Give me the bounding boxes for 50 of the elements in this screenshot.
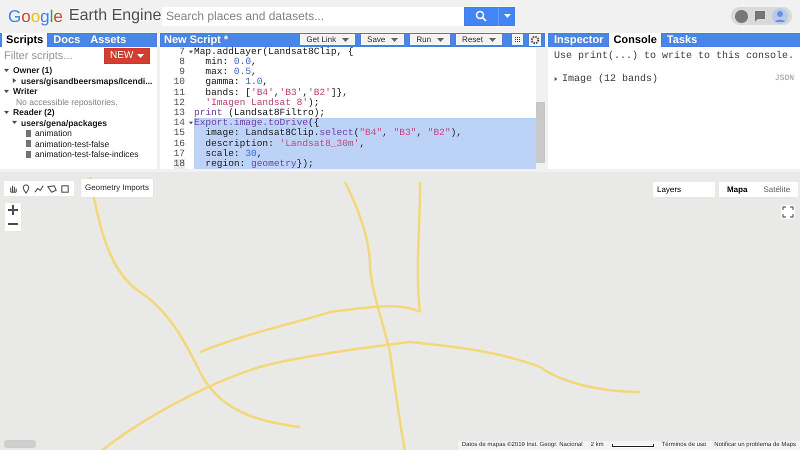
- line-number: 7: [179, 46, 185, 57]
- line-number: 16: [174, 138, 185, 149]
- line-number: 11: [174, 88, 185, 98]
- tree-item[interactable]: Owner (1): [13, 65, 52, 75]
- tab[interactable]: Scripts: [2, 32, 48, 47]
- code-line: Map.addLayer(Landsat8Clip, {: [194, 46, 355, 57]
- geometry-imports-button[interactable]: Geometry Imports: [81, 179, 154, 198]
- line-number: 8: [179, 56, 185, 68]
- tab[interactable]: Console: [609, 32, 661, 47]
- tree-item[interactable]: animation: [35, 128, 72, 138]
- tab[interactable]: Inspector: [550, 32, 608, 47]
- tab[interactable]: Assets: [86, 32, 130, 47]
- line-number: 12: [174, 98, 185, 108]
- layers-button[interactable]: Layers: [653, 182, 715, 198]
- tab[interactable]: Tasks: [662, 32, 702, 47]
- console-entry[interactable]: Image (12 bands): [562, 72, 658, 87]
- toolbar-button[interactable]: Run: [410, 34, 450, 46]
- new-button[interactable]: NEW: [104, 48, 150, 64]
- filter-field[interactable]: Filter scripts...: [0, 48, 104, 64]
- search-field[interactable]: Search places and datasets...: [162, 6, 464, 26]
- tree-item[interactable]: users/gena/packages: [21, 118, 107, 128]
- tree-item[interactable]: Writer: [13, 86, 38, 96]
- map-type-tab[interactable]: Mapa: [723, 184, 752, 196]
- code-line: 'Imagen Landsat 8');: [204, 98, 320, 108]
- code-line: min: 0.0,: [205, 56, 257, 68]
- toolbar-button[interactable]: Save: [361, 34, 404, 46]
- line-number: 14: [174, 118, 185, 128]
- logo-product: Earth Engine: [68, 6, 162, 26]
- line-number: 17: [174, 148, 185, 159]
- logo-brand: Google: [8, 6, 63, 28]
- map-type-tab[interactable]: Satélite: [759, 184, 794, 196]
- line-number: 18: [174, 158, 185, 170]
- code-line: bands: ['B4','B3','B2']},: [204, 88, 349, 98]
- toolbar-button[interactable]: Get Link: [300, 34, 356, 46]
- tree-item[interactable]: users/gisandbeersmaps/Icendi...: [21, 76, 152, 86]
- script-title: New Script *: [164, 32, 228, 47]
- line-number: 10: [174, 77, 185, 88]
- code-line: print (Landsat8Filtro);: [194, 108, 326, 118]
- tree-item[interactable]: animation-test-false: [35, 138, 110, 148]
- tree-item[interactable]: Reader (2): [13, 107, 55, 117]
- line-number: 13: [174, 108, 185, 118]
- console-hint: Use print(...) to write to this console.: [554, 50, 794, 64]
- tree-note: No accessible repositories.: [16, 96, 118, 106]
- line-number: 9: [179, 67, 185, 78]
- tab[interactable]: Docs: [49, 32, 84, 47]
- line-number: 15: [174, 128, 185, 139]
- tree-item[interactable]: animation-test-false-indices: [35, 149, 138, 159]
- code-line: gamma: 1.0,: [204, 77, 270, 88]
- toolbar-button[interactable]: Reset: [456, 34, 502, 46]
- code-line: max: 0.5,: [204, 67, 258, 78]
